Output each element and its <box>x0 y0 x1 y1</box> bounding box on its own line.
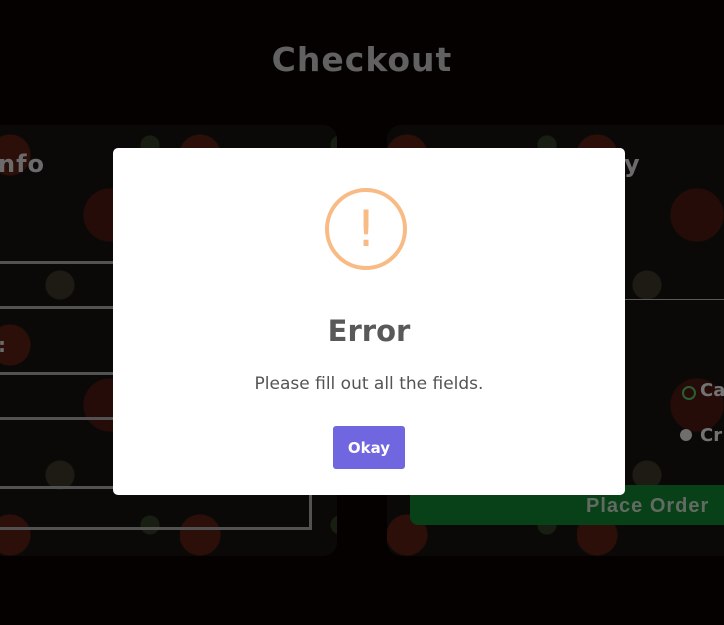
dialog-message: Please fill out all the fields. <box>254 374 484 394</box>
dialog-title: Error <box>327 314 411 348</box>
warning-glyph: ! <box>355 200 377 258</box>
warning-icon: ! <box>325 188 407 270</box>
checkout-page: Checkout nfo y : Ca Cr Place Order ! Err… <box>0 0 724 625</box>
error-dialog: ! Error Please fill out all the fields. … <box>113 148 625 495</box>
okay-button[interactable]: Okay <box>333 426 405 469</box>
